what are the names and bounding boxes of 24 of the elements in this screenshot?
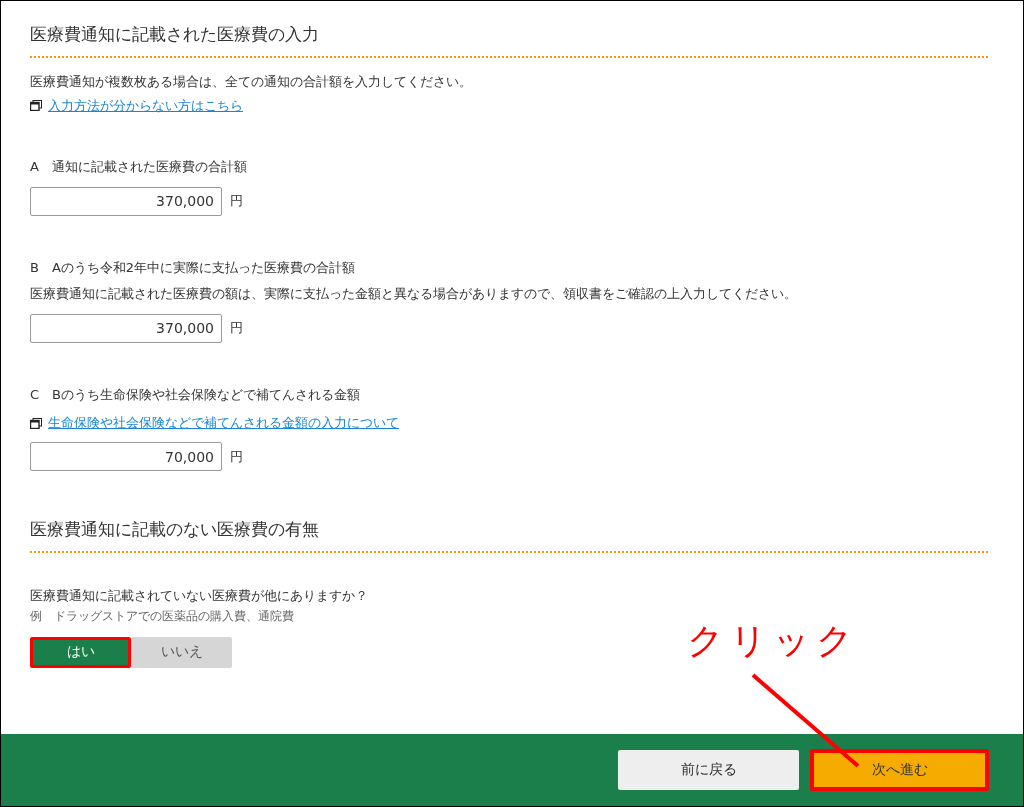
field-label: A 通知に記載された医療費の合計額 xyxy=(30,158,248,176)
help-link[interactable]: 生命保険や社会保険などで補てんされる金額の入力について xyxy=(48,414,399,433)
unit-label: 円 xyxy=(230,192,243,211)
choice-button[interactable]: いいえ xyxy=(131,636,232,668)
section-heading: 医療費通知に記載された医療費の入力 xyxy=(30,23,988,58)
instruction-text: 医療費通知が複数枚ある場合は、全ての通知の合計額を入力してください。 xyxy=(30,74,473,91)
unit-label: 円 xyxy=(230,447,243,466)
new-window-icon xyxy=(30,417,42,429)
field-label: B Aのうち令和2年中に実際に支払った医療費の合計額 xyxy=(30,259,357,277)
amount-input[interactable]: 370,000 xyxy=(30,313,222,343)
field-note: 医療費通知に記載された医療費の額は、実際に支払った金額と異なる場合がありますので、領収書をご確認の上入力してください。 xyxy=(30,285,798,303)
unit-label: 円 xyxy=(230,319,243,338)
field-label: C Bのうち生命保険や社会保険などで補てんされる金額 xyxy=(30,386,361,404)
help-link[interactable]: 入力方法が分からない方はこちら xyxy=(48,96,243,115)
section-heading: 医療費通知に記載のない医療費の有無 xyxy=(30,518,988,554)
annotation-text: クリック xyxy=(687,623,859,659)
example-text: 例 ドラッグストアでの医薬品の購入費、通院費 xyxy=(30,609,295,625)
amount-input[interactable]: 370,000 xyxy=(30,186,222,216)
choice-button[interactable]: はい xyxy=(30,636,131,668)
new-window-icon xyxy=(30,100,42,112)
next-button[interactable]: 次へ進む xyxy=(810,749,989,791)
question-text: 医療費通知に記載されていない医療費が他にありますか？ xyxy=(30,588,369,606)
back-button[interactable]: 前に戻る xyxy=(618,750,799,790)
amount-input[interactable]: 70,000 xyxy=(30,442,222,472)
